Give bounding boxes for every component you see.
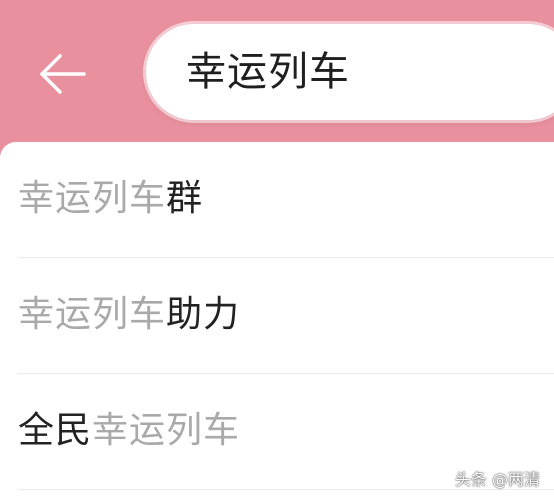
divider: [18, 489, 554, 490]
suggestion-label: 幸运列车群: [18, 178, 203, 220]
suggestion-item[interactable]: 幸运列车群: [0, 142, 554, 258]
watermark: 头条 @两清: [454, 470, 540, 489]
suggestion-highlight: 幸运列车: [92, 410, 241, 451]
suggestion-list: 幸运列车群 幸运列车助力 全民幸运列车: [0, 142, 554, 501]
suggestion-label: 全民幸运列车: [18, 410, 240, 452]
suggestion-label: 幸运列车助力: [18, 294, 240, 336]
suggestion-highlight: 幸运列车: [18, 178, 167, 219]
suggestion-highlight: 幸运列车: [18, 294, 167, 335]
suggestion-prefix: 全民: [18, 410, 93, 451]
suggestion-suffix: 群: [166, 178, 204, 219]
back-button[interactable]: [36, 50, 88, 98]
arrow-left-icon: [40, 54, 86, 94]
suggestion-suffix: 助力: [166, 294, 241, 335]
search-input[interactable]: 幸运列车: [146, 24, 554, 120]
suggestion-item[interactable]: 幸运列车助力: [0, 258, 554, 374]
search-query-text: 幸运列车: [186, 49, 350, 95]
header-bar: 幸运列车: [0, 0, 554, 150]
